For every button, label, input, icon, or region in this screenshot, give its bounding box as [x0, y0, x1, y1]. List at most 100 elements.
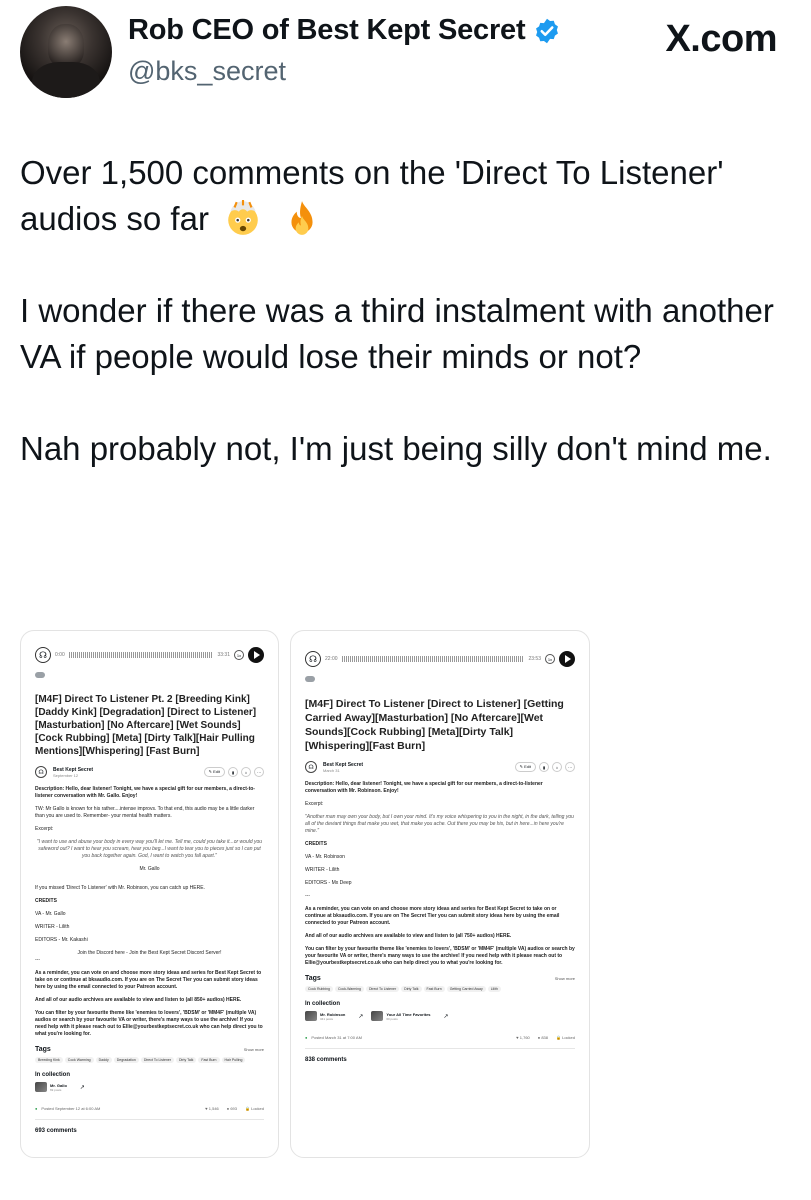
tag: Hair Pulling	[221, 1057, 246, 1063]
play-icon	[559, 651, 575, 667]
author-name[interactable]: Rob CEO of Best Kept Secret	[128, 14, 526, 47]
credit-editors: EDITORS - Mr. Kakashi	[35, 937, 88, 943]
exploding-head-emoji-icon	[228, 200, 258, 235]
tag: Cock-Warming	[334, 986, 364, 992]
filter-text: You can filter by your favourite theme l…	[35, 1010, 263, 1037]
attached-image-right[interactable]: ☊ 22:00 23:53 1x [M4F] Direct To Listene…	[290, 630, 590, 1158]
excerpt-label: Excerpt:	[35, 826, 54, 832]
tag: Fast Burn	[423, 986, 445, 992]
credit-va: VA - Mr. Robinson	[305, 854, 345, 860]
more-icon: ⋯	[565, 762, 575, 772]
desc-tw: TW: Mr Gallo is known for his rather....…	[35, 806, 255, 819]
desc-intro: Description: Hello, dear listener! Tonig…	[35, 786, 255, 799]
likes-stat: ♥ 1,760	[516, 1035, 530, 1040]
author-logo-icon: ☊	[35, 766, 47, 778]
author-name-row: Rob CEO of Best Kept Secret	[128, 14, 561, 47]
stats-icon: ▮	[539, 762, 549, 772]
waveform	[68, 652, 214, 658]
lock-icon: ⌂	[552, 762, 562, 772]
avatar[interactable]	[20, 6, 112, 98]
posted-row: ● Posted March 31 at 7:00 AM ♥ 1,760 ● 8…	[305, 1035, 575, 1040]
credit-writer: WRITER - Lilith	[305, 867, 340, 873]
post-actions: ✎ Edit ▮ ⌂ ⋯	[203, 767, 264, 777]
excerpt-label: Excerpt:	[305, 801, 324, 807]
tweet-text: Over 1,500 comments on the 'Direct To Li…	[20, 150, 800, 518]
collection-item: Your All Time Favorites 60 posts ↗	[371, 1011, 449, 1021]
time-end: 23:53	[528, 656, 541, 662]
post-author-row: ☊ Best Kept Secret March 31 ✎ Edit ▮ ⌂ ⋯	[305, 761, 575, 773]
time-start: 22:00	[325, 656, 338, 662]
attached-image-left[interactable]: ☊ 0:00 33:31 1x [M4F] Direct To Listener…	[20, 630, 279, 1158]
tag: Dirty Talk	[176, 1057, 197, 1063]
tag: Cock Warming	[64, 1057, 94, 1063]
arrow-icon: ↗	[358, 1013, 364, 1020]
author-handle[interactable]: @bks_secret	[128, 56, 286, 87]
credit-va: VA - Mr. Gallo	[35, 911, 66, 917]
tags-header: Tags Show more	[35, 1046, 264, 1053]
tag: Degradation	[113, 1057, 139, 1063]
speed-icon: 1x	[545, 654, 555, 664]
collection-thumb	[305, 1011, 317, 1021]
avatar-body	[32, 62, 100, 98]
locked-stat: 🔒 Locked	[245, 1106, 264, 1111]
collection-name: Your All Time Favorites	[386, 1011, 431, 1017]
collection-item: Mr. Gallo 69 posts ↗	[35, 1082, 85, 1092]
filter-text: You can filter by your favourite theme l…	[305, 946, 575, 966]
tweet-paragraph-3: Nah probably not, I'm just being silly d…	[20, 430, 772, 467]
posted-date: Posted September 12 at 6:00 AM	[41, 1106, 101, 1111]
posted-row: ● Posted September 12 at 6:00 AM ♥ 1,546…	[35, 1106, 264, 1111]
collection-count: 69 posts	[50, 1087, 62, 1092]
posted-date: Posted March 31 at 7:00 AM	[311, 1035, 362, 1040]
tag: Breeding Kink	[35, 1057, 63, 1063]
tag: Getting Carried Away	[446, 986, 486, 992]
lock-icon: ⌂	[241, 767, 251, 777]
arrow-icon: ↗	[79, 1084, 85, 1091]
arrow-icon: ↗	[443, 1013, 449, 1020]
bks-logo-icon: ☊	[305, 651, 321, 667]
post-author: Best Kept Secret	[323, 761, 364, 768]
tags-label: Tags	[305, 975, 321, 982]
collection-item: Mr. Robinson 341 posts ↗	[305, 1011, 363, 1021]
collection-list: Mr. Robinson 341 posts ↗ Your All Time F…	[305, 1011, 575, 1021]
tags-list: Breeding Kink Cock Warming Daddy Degrada…	[35, 1057, 264, 1063]
tweet-paragraph-1-text: Over 1,500 comments on the 'Direct To Li…	[20, 154, 724, 237]
tweet-paragraph-1: Over 1,500 comments on the 'Direct To Li…	[20, 150, 800, 242]
archives-text: And all of our audio archives are availa…	[35, 997, 242, 1003]
collection-thumb	[35, 1082, 47, 1092]
tag: Dirty Talk	[401, 986, 422, 992]
post-description: Description: Hello, dear listener! Tonig…	[35, 786, 264, 1038]
collection-count: 341 posts	[320, 1016, 334, 1021]
time-end: 33:31	[217, 652, 230, 658]
more-icon: ⋯	[254, 767, 264, 777]
play-icon	[248, 647, 264, 663]
separator: ---	[35, 957, 40, 963]
tags-header: Tags Show more	[305, 975, 575, 982]
credits-heading: CREDITS	[305, 841, 327, 847]
archives-text: And all of our audio archives are availa…	[305, 933, 512, 939]
check-icon: ●	[35, 1106, 38, 1111]
audio-player: ☊ 0:00 33:31 1x	[35, 645, 264, 665]
excerpt-by: Mr. Gallo	[139, 866, 160, 872]
desc-intro: Description: Hello, dear listener! Tonig…	[305, 781, 543, 794]
post-actions: ✎ Edit ▮ ⌂ ⋯	[514, 762, 575, 772]
missed-link-text: If you missed 'Direct To Listener' with …	[35, 885, 205, 891]
post-author: Best Kept Secret	[53, 766, 94, 773]
post-date: March 31	[323, 767, 340, 773]
fire-emoji-icon	[291, 201, 313, 235]
credits-heading: CREDITS	[35, 898, 57, 904]
locked-stat: 🔒 Locked	[556, 1035, 575, 1040]
show-more-link: Show more	[243, 1047, 264, 1052]
tag: Fast Burn	[198, 1057, 220, 1063]
collection-list: Mr. Gallo 69 posts ↗	[35, 1082, 264, 1092]
comments-stat: ● 693	[226, 1106, 237, 1111]
tag: Direct To Listener	[366, 986, 400, 992]
comments-count: 693 comments	[35, 1128, 77, 1134]
likes-stat: ♥ 1,546	[205, 1106, 219, 1111]
reminder-text: As a reminder, you can vote on and choos…	[35, 970, 262, 990]
excerpt-text: "Another man may own your body, but I ow…	[305, 814, 574, 834]
time-start: 0:00	[55, 652, 65, 658]
divider	[305, 1048, 575, 1049]
bks-logo-icon: ☊	[35, 647, 51, 663]
edit-button: ✎ Edit	[203, 767, 225, 777]
excerpt-text: "I want to use and abuse your body in ev…	[36, 839, 263, 859]
